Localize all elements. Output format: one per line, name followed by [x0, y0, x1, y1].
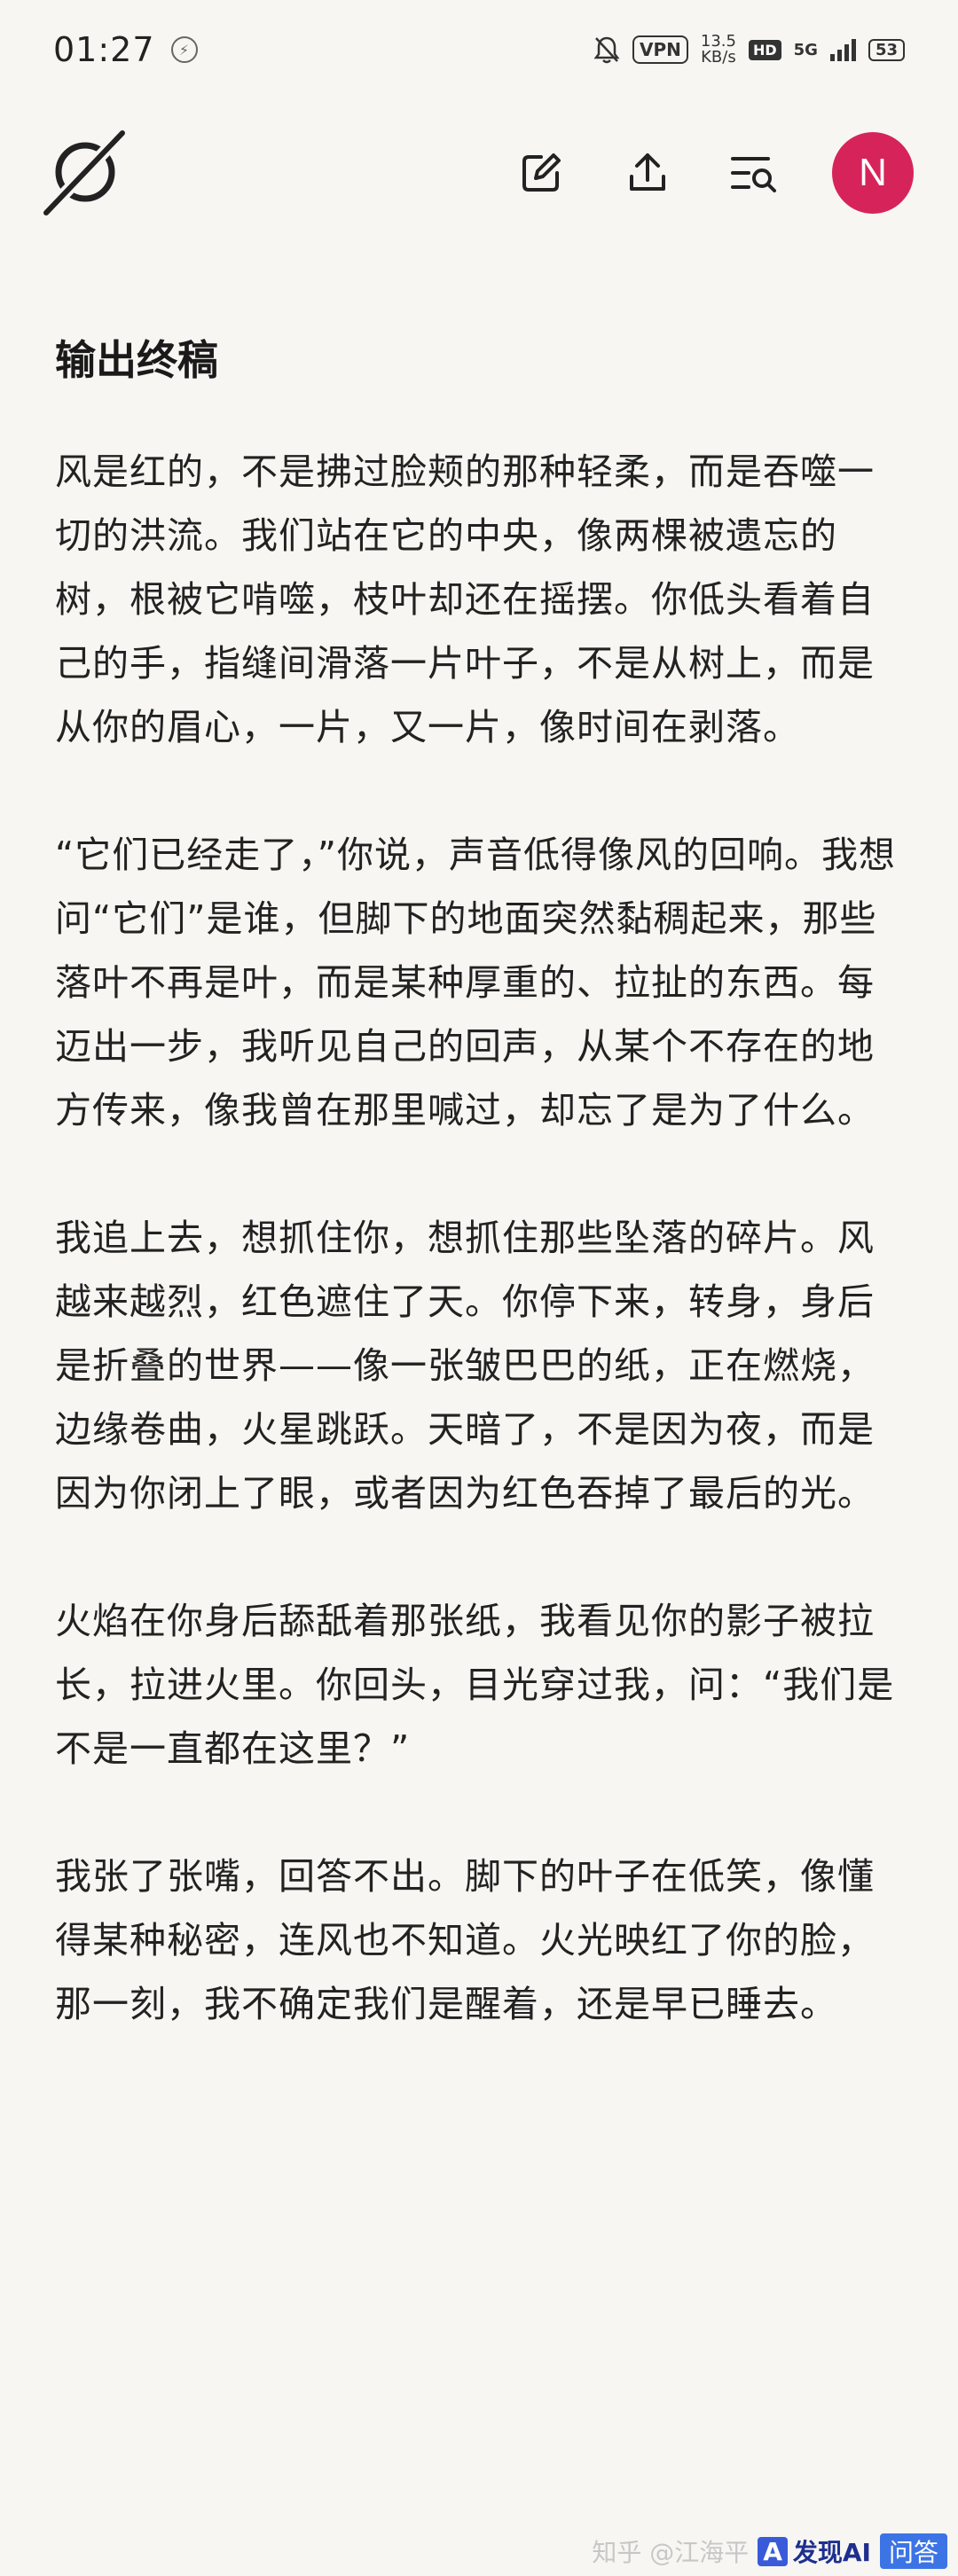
- watermark: 知乎 @江海平 A 发现AI 问答: [581, 2526, 958, 2576]
- top-app-bar: N: [0, 115, 958, 231]
- search-list-button[interactable]: [726, 145, 782, 201]
- article-content: 输出终稿 风是红的，不是拂过脸颊的那种轻柔，而是吞噬一切的洪流。我们站在它的中央…: [55, 328, 907, 2100]
- network-speed: 13.5 KB/s: [701, 34, 736, 66]
- status-time: 01:27: [53, 30, 155, 69]
- article-title: 输出终稿: [55, 336, 218, 384]
- mute-bell-icon: [593, 36, 620, 64]
- fast-charge-icon: ⚡: [170, 36, 198, 63]
- zhihu-watermark: 知乎 @江海平: [592, 2538, 750, 2567]
- app-logo[interactable]: [35, 124, 133, 222]
- ai-watermark-label: 发现AI: [792, 2538, 871, 2567]
- share-button[interactable]: [619, 145, 676, 201]
- edit-button[interactable]: [513, 145, 569, 201]
- signal-icon: [829, 38, 856, 61]
- status-right: VPN 13.5 KB/s HD 5G 53: [593, 34, 905, 66]
- status-bar: 01:27 ⚡ VPN 13.5 KB/s HD 5G 53: [0, 0, 958, 99]
- search-list-icon: [731, 157, 776, 192]
- article-paragraph-1: 风是红的，不是拂过脸颊的那种轻柔，而是吞噬一切的洪流。我们站在它的中央，像两棵被…: [55, 450, 875, 748]
- network-speed-unit: KB/s: [701, 48, 736, 67]
- ask-watermark: 问答: [879, 2533, 947, 2569]
- logo-icon: [41, 129, 128, 217]
- status-left: 01:27 ⚡: [53, 30, 198, 69]
- avatar[interactable]: N: [832, 132, 914, 214]
- ai-logo-icon: A: [758, 2536, 788, 2566]
- edit-icon: [522, 153, 561, 192]
- vpn-badge: VPN: [632, 35, 688, 64]
- ai-watermark: A 发现AI: [758, 2533, 871, 2569]
- article-paragraph-2: “它们已经走了，”你说，声音低得像风的回响。我想问“它们”是谁，但脚下的地面突然…: [55, 834, 896, 1131]
- article-paragraph-3: 我追上去，想抓住你，想抓住那些坠落的碎片。风越来越烈，红色遮住了天。你停下来，转…: [55, 1217, 875, 1515]
- article-paragraph-5: 我张了张嘴，回答不出。脚下的叶子在低笑，像懂得某种秘密，连风也不知道。火光映红了…: [55, 1855, 875, 2025]
- share-icon: [630, 153, 665, 191]
- article-paragraph-4: 火焰在你身后舔舐着那张纸，我看见你的影子被拉长，拉进火里。你回头，目光穿过我，问…: [55, 1600, 895, 1770]
- hd-badge: HD: [748, 39, 781, 60]
- network-type: 5G: [793, 40, 818, 59]
- battery-icon: 53: [868, 38, 905, 61]
- header-actions: N: [513, 132, 914, 214]
